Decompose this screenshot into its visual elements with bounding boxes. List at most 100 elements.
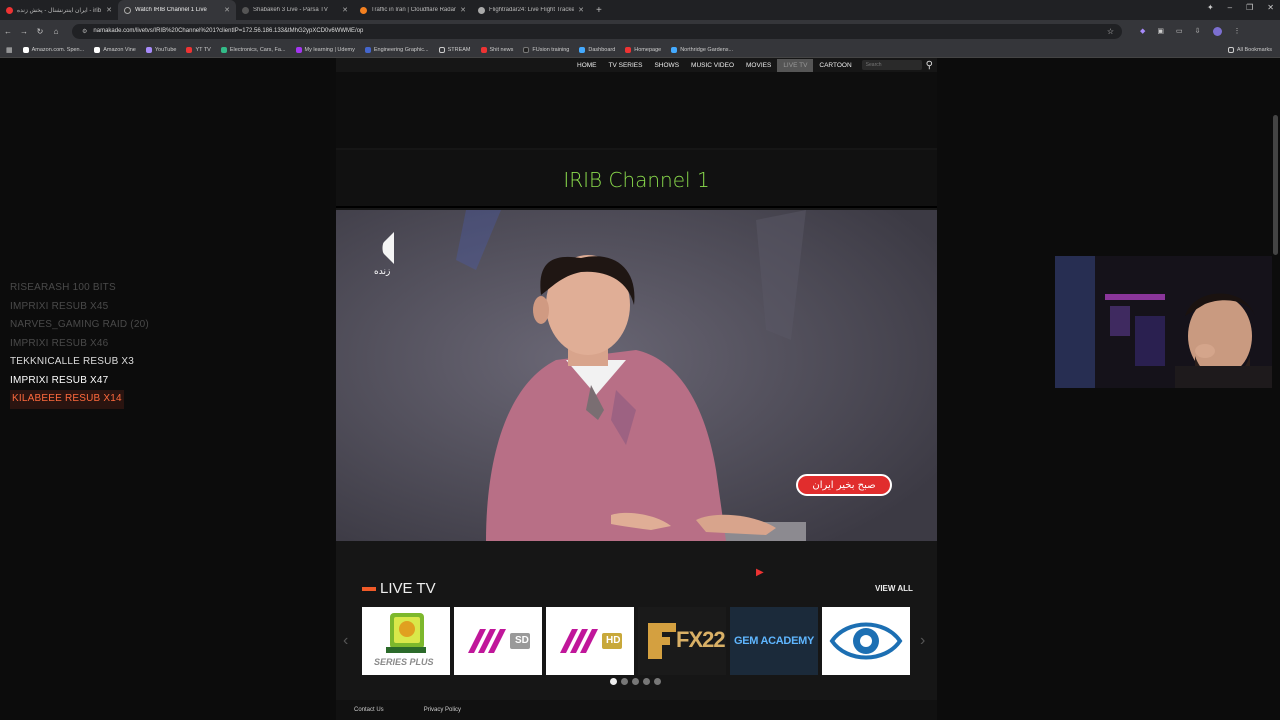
page-title: IRIB Channel 1 — [563, 168, 710, 192]
channel-card-sd[interactable]: SD — [454, 607, 542, 675]
channel-name: SERIES PLUS — [374, 657, 434, 667]
browser-tab[interactable]: ایران اینترنشنال - پخش زنده - irib ✕ — [0, 0, 118, 20]
channel-card-gem-academy[interactable]: GEM ACADEMY — [730, 607, 818, 675]
footer-link-privacy[interactable]: Privacy Policy — [424, 707, 461, 713]
apps-icon[interactable]: ▦ — [6, 46, 13, 54]
stream-alerts-feed: RISEARASH 100 BITS IMPRIXI RESUB X45 NAR… — [10, 279, 149, 409]
tab-title: ایران اینترنشنال - پخش زنده - irib — [17, 7, 102, 14]
avatar[interactable] — [1212, 26, 1222, 36]
webcam-overlay — [1055, 256, 1280, 388]
minimize-icon[interactable]: – — [1228, 3, 1232, 12]
alert-line: RISEARASH 100 BITS — [10, 282, 116, 293]
carousel-dot[interactable] — [654, 678, 661, 685]
carousel-dot[interactable] — [610, 678, 617, 685]
footer-link-contact[interactable]: Contact Us — [354, 707, 384, 713]
browser-tab[interactable]: Traffic in Iran | Cloudflare Radar ✕ — [354, 0, 472, 20]
search-icon[interactable]: ⚲ — [926, 60, 933, 71]
bookmark-favicon-icon — [579, 46, 586, 53]
reload-icon[interactable]: ↻ — [32, 27, 48, 36]
bookmark-label: Northridge Gardens... — [680, 46, 734, 53]
back-icon[interactable]: ← — [0, 27, 16, 36]
bookmark-favicon-icon — [186, 46, 193, 53]
nav-cartoon[interactable]: CARTOON — [813, 59, 857, 72]
bookmark[interactable]: FUsion training — [523, 46, 569, 53]
nav-movies[interactable]: MOVIES — [740, 59, 777, 72]
new-tab-icon[interactable]: + — [596, 5, 602, 16]
nav-shows[interactable]: SHOWS — [648, 59, 685, 72]
view-all-link[interactable]: VIEW ALL — [875, 584, 913, 593]
channel-card-eye[interactable] — [822, 607, 910, 675]
bookmark-favicon-icon — [94, 46, 101, 53]
maximize-icon[interactable]: ❐ — [1246, 3, 1253, 12]
bookmark[interactable]: Shit news — [480, 46, 513, 53]
alert-line: IMPRIXI RESUB X45 — [10, 300, 109, 312]
sidebar-icon[interactable]: ▭ — [1176, 27, 1183, 36]
bookmark[interactable]: YouTube — [145, 46, 176, 53]
bookmark[interactable]: Engineering Graphic... — [364, 46, 429, 53]
folder-icon — [438, 46, 445, 53]
close-icon[interactable]: ✕ — [578, 6, 584, 14]
nav-tv-series[interactable]: TV SERIES — [603, 59, 649, 72]
star-icon[interactable]: ☆ — [1107, 27, 1114, 36]
extension-icon[interactable]: ▣ — [1157, 27, 1164, 36]
search-input[interactable]: Search — [861, 60, 922, 70]
close-window-icon[interactable]: ✕ — [1267, 3, 1274, 12]
download-icon[interactable]: ⇩ — [1195, 27, 1201, 36]
url-text: namakade.com/livetvs/IRIB%20Channel%201?… — [93, 28, 364, 34]
bookmark[interactable]: Amazon Vine — [94, 46, 136, 53]
bookmarks-bar: ▦ Amazon.com. Spen... Amazon Vine YouTub… — [0, 42, 1280, 58]
nav-live-tv[interactable]: LIVE TV — [777, 58, 814, 72]
close-icon[interactable]: ✕ — [460, 6, 466, 14]
channel-card-hd[interactable]: HD — [546, 607, 634, 675]
channel-card-fx22[interactable]: FX22 — [638, 607, 726, 675]
bookmark[interactable]: Amazon.com. Spen... — [22, 46, 84, 53]
live-logo-label: زنده — [374, 267, 391, 277]
close-icon[interactable]: ✕ — [342, 6, 348, 14]
carousel-prev-icon[interactable]: ‹ — [343, 632, 348, 650]
bookmark-favicon-icon — [523, 46, 530, 53]
carousel-dot[interactable] — [621, 678, 628, 685]
bookmark[interactable]: Electronics, Cars, Fa... — [220, 46, 286, 53]
bookmark-favicon-icon — [22, 46, 29, 53]
site-nav: HOME TV SERIES SHOWS MUSIC VIDEO MOVIES … — [336, 58, 937, 72]
browser-tab-active[interactable]: Watch IRIB Channel 1 Live ✕ — [118, 0, 236, 20]
site-footer: Contact Us Privacy Policy — [336, 700, 937, 720]
carousel-dot[interactable] — [632, 678, 639, 685]
site-info-icon[interactable]: ⚙ — [82, 28, 87, 35]
bookmark[interactable]: YT TV — [186, 46, 211, 53]
show-banner: صبح بخیر ایران — [796, 474, 892, 496]
forward-icon[interactable]: → — [16, 27, 32, 36]
bookmark-label: Amazon Vine — [103, 46, 136, 53]
url-field[interactable]: ⚙ namakade.com/livetvs/IRIB%20Channel%201… — [72, 23, 1122, 39]
close-icon[interactable]: ✕ — [224, 6, 230, 14]
video-player[interactable]: زنده صبح بخیر ایران — [336, 210, 937, 541]
channel-card-series-plus[interactable]: SERIES PLUS — [362, 607, 450, 675]
alert-line: TEKKNICALLE RESUB X3 — [10, 356, 135, 367]
home-icon[interactable]: ⌂ — [48, 27, 64, 36]
channel-name: HD — [606, 635, 621, 646]
carousel-dot[interactable] — [643, 678, 650, 685]
profile-icon[interactable]: ✦ — [1207, 3, 1214, 12]
menu-icon[interactable]: ⋮ — [1234, 27, 1241, 36]
eye-icon — [829, 622, 903, 660]
channel-logo-icon — [380, 232, 400, 266]
close-icon[interactable]: ✕ — [106, 6, 112, 14]
bookmark[interactable]: Homepage — [625, 46, 661, 53]
browser-tab[interactable]: Shabakeh 3 Live - Parsa TV ✕ — [236, 0, 354, 20]
nav-home[interactable]: HOME — [571, 59, 603, 72]
bookmark-label: Engineering Graphic... — [373, 46, 429, 53]
live-tv-heading: LIVE TV — [362, 580, 436, 597]
bookmark[interactable]: My learning | Udemy — [295, 46, 355, 53]
all-bookmarks[interactable]: All Bookmarks — [1227, 46, 1272, 53]
bookmark[interactable]: Northridge Gardens... — [671, 46, 734, 53]
bookmark[interactable]: STREAM — [438, 46, 471, 53]
tab-favicon-icon — [6, 6, 13, 14]
browser-tab[interactable]: Flightradar24: Live Flight Tracker ✕ — [472, 0, 590, 20]
bookmark[interactable]: Dashboard — [579, 46, 615, 53]
extension-icon[interactable]: ◆ — [1140, 27, 1145, 36]
tab-favicon-icon — [242, 6, 249, 14]
nav-music-video[interactable]: MUSIC VIDEO — [685, 59, 740, 72]
bookmark-favicon-icon — [220, 46, 227, 53]
scrollbar-thumb[interactable] — [1273, 115, 1278, 255]
carousel-next-icon[interactable]: › — [920, 632, 925, 650]
